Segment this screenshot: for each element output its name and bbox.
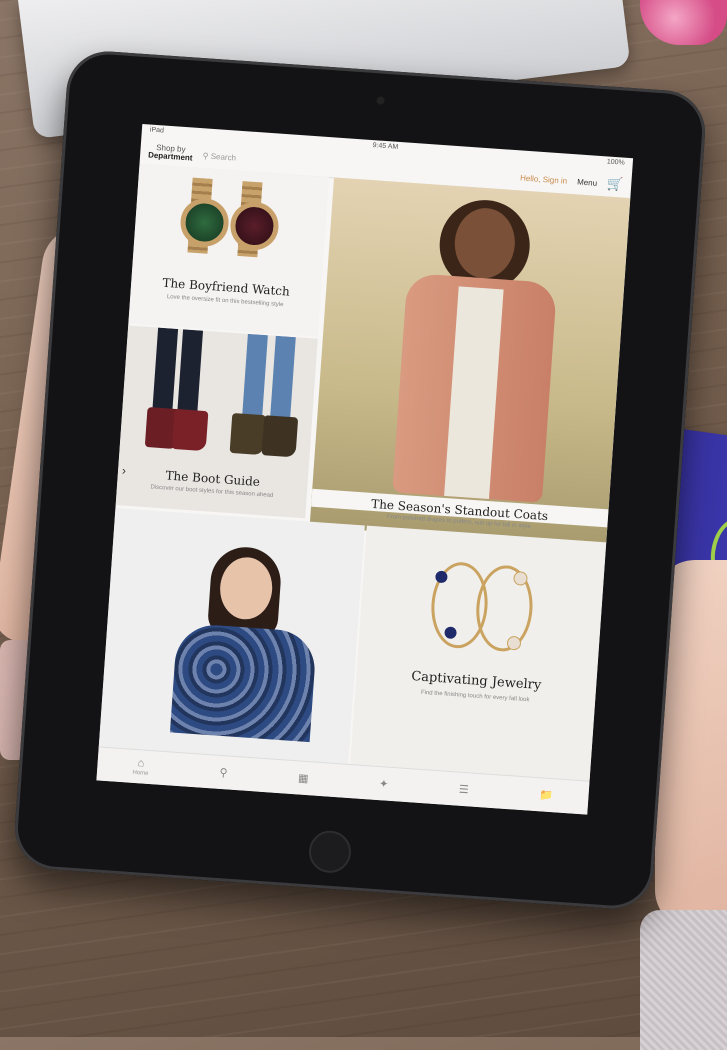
home-icon: ⌂ [137,757,145,770]
watch-image [178,196,231,249]
list-icon: ☰ [458,783,470,797]
tab-label: Home [132,769,149,777]
app-screen: iPad 9:45 AM 100% Shop by Department ⚲ S… [96,123,634,815]
tab-home[interactable]: ⌂ Home [132,757,149,777]
search-placeholder: Search [210,151,237,163]
velvet-jacket-tile[interactable] [98,508,365,765]
shop-by-department-button[interactable]: Shop by Department [147,143,193,163]
coat-tile[interactable]: The Season's Standout Coats From polishe… [309,177,631,548]
boot-tile[interactable]: The Boot Guide Discover our boot styles … [115,325,318,519]
folder-icon: 📁 [538,789,554,803]
cart-icon[interactable]: 🛒 [607,176,624,193]
boot-image [229,412,267,456]
search-field[interactable]: ⚲ Search [202,151,236,162]
boot-image [261,415,299,458]
sign-in-link[interactable]: Hello, Sign in [520,173,568,185]
menu-button[interactable]: Menu [577,177,598,187]
status-carrier: iPad [149,126,165,135]
watch-tile[interactable]: The Boyfriend Watch Love the oversize fi… [128,163,330,337]
jewelry-tile[interactable]: Captivating Jewelry Find the finishing t… [350,525,607,782]
tab-discover[interactable]: ✦ [379,777,389,791]
sparkle-icon: ✦ [378,778,389,791]
ipad-device: iPad 9:45 AM 100% Shop by Department ⚲ S… [12,48,708,912]
home-button[interactable] [307,829,353,875]
camera [376,96,385,105]
watch-image [228,200,281,252]
tab-account[interactable]: 📁 [539,788,554,802]
right-sleeve [640,910,727,1050]
status-battery: 100% [606,158,625,167]
tab-lists[interactable]: ☰ [458,783,469,797]
boot-image [171,408,209,452]
grid-icon: ▦ [297,772,309,786]
tab-browse[interactable]: ▦ [298,771,309,785]
department-label: Department [147,150,193,163]
search-icon: ⚲ [218,766,228,780]
content-grid: The Boyfriend Watch Love the oversize fi… [98,163,631,782]
status-time: 9:45 AM [372,142,399,151]
tab-search[interactable]: ⚲ [219,766,228,780]
